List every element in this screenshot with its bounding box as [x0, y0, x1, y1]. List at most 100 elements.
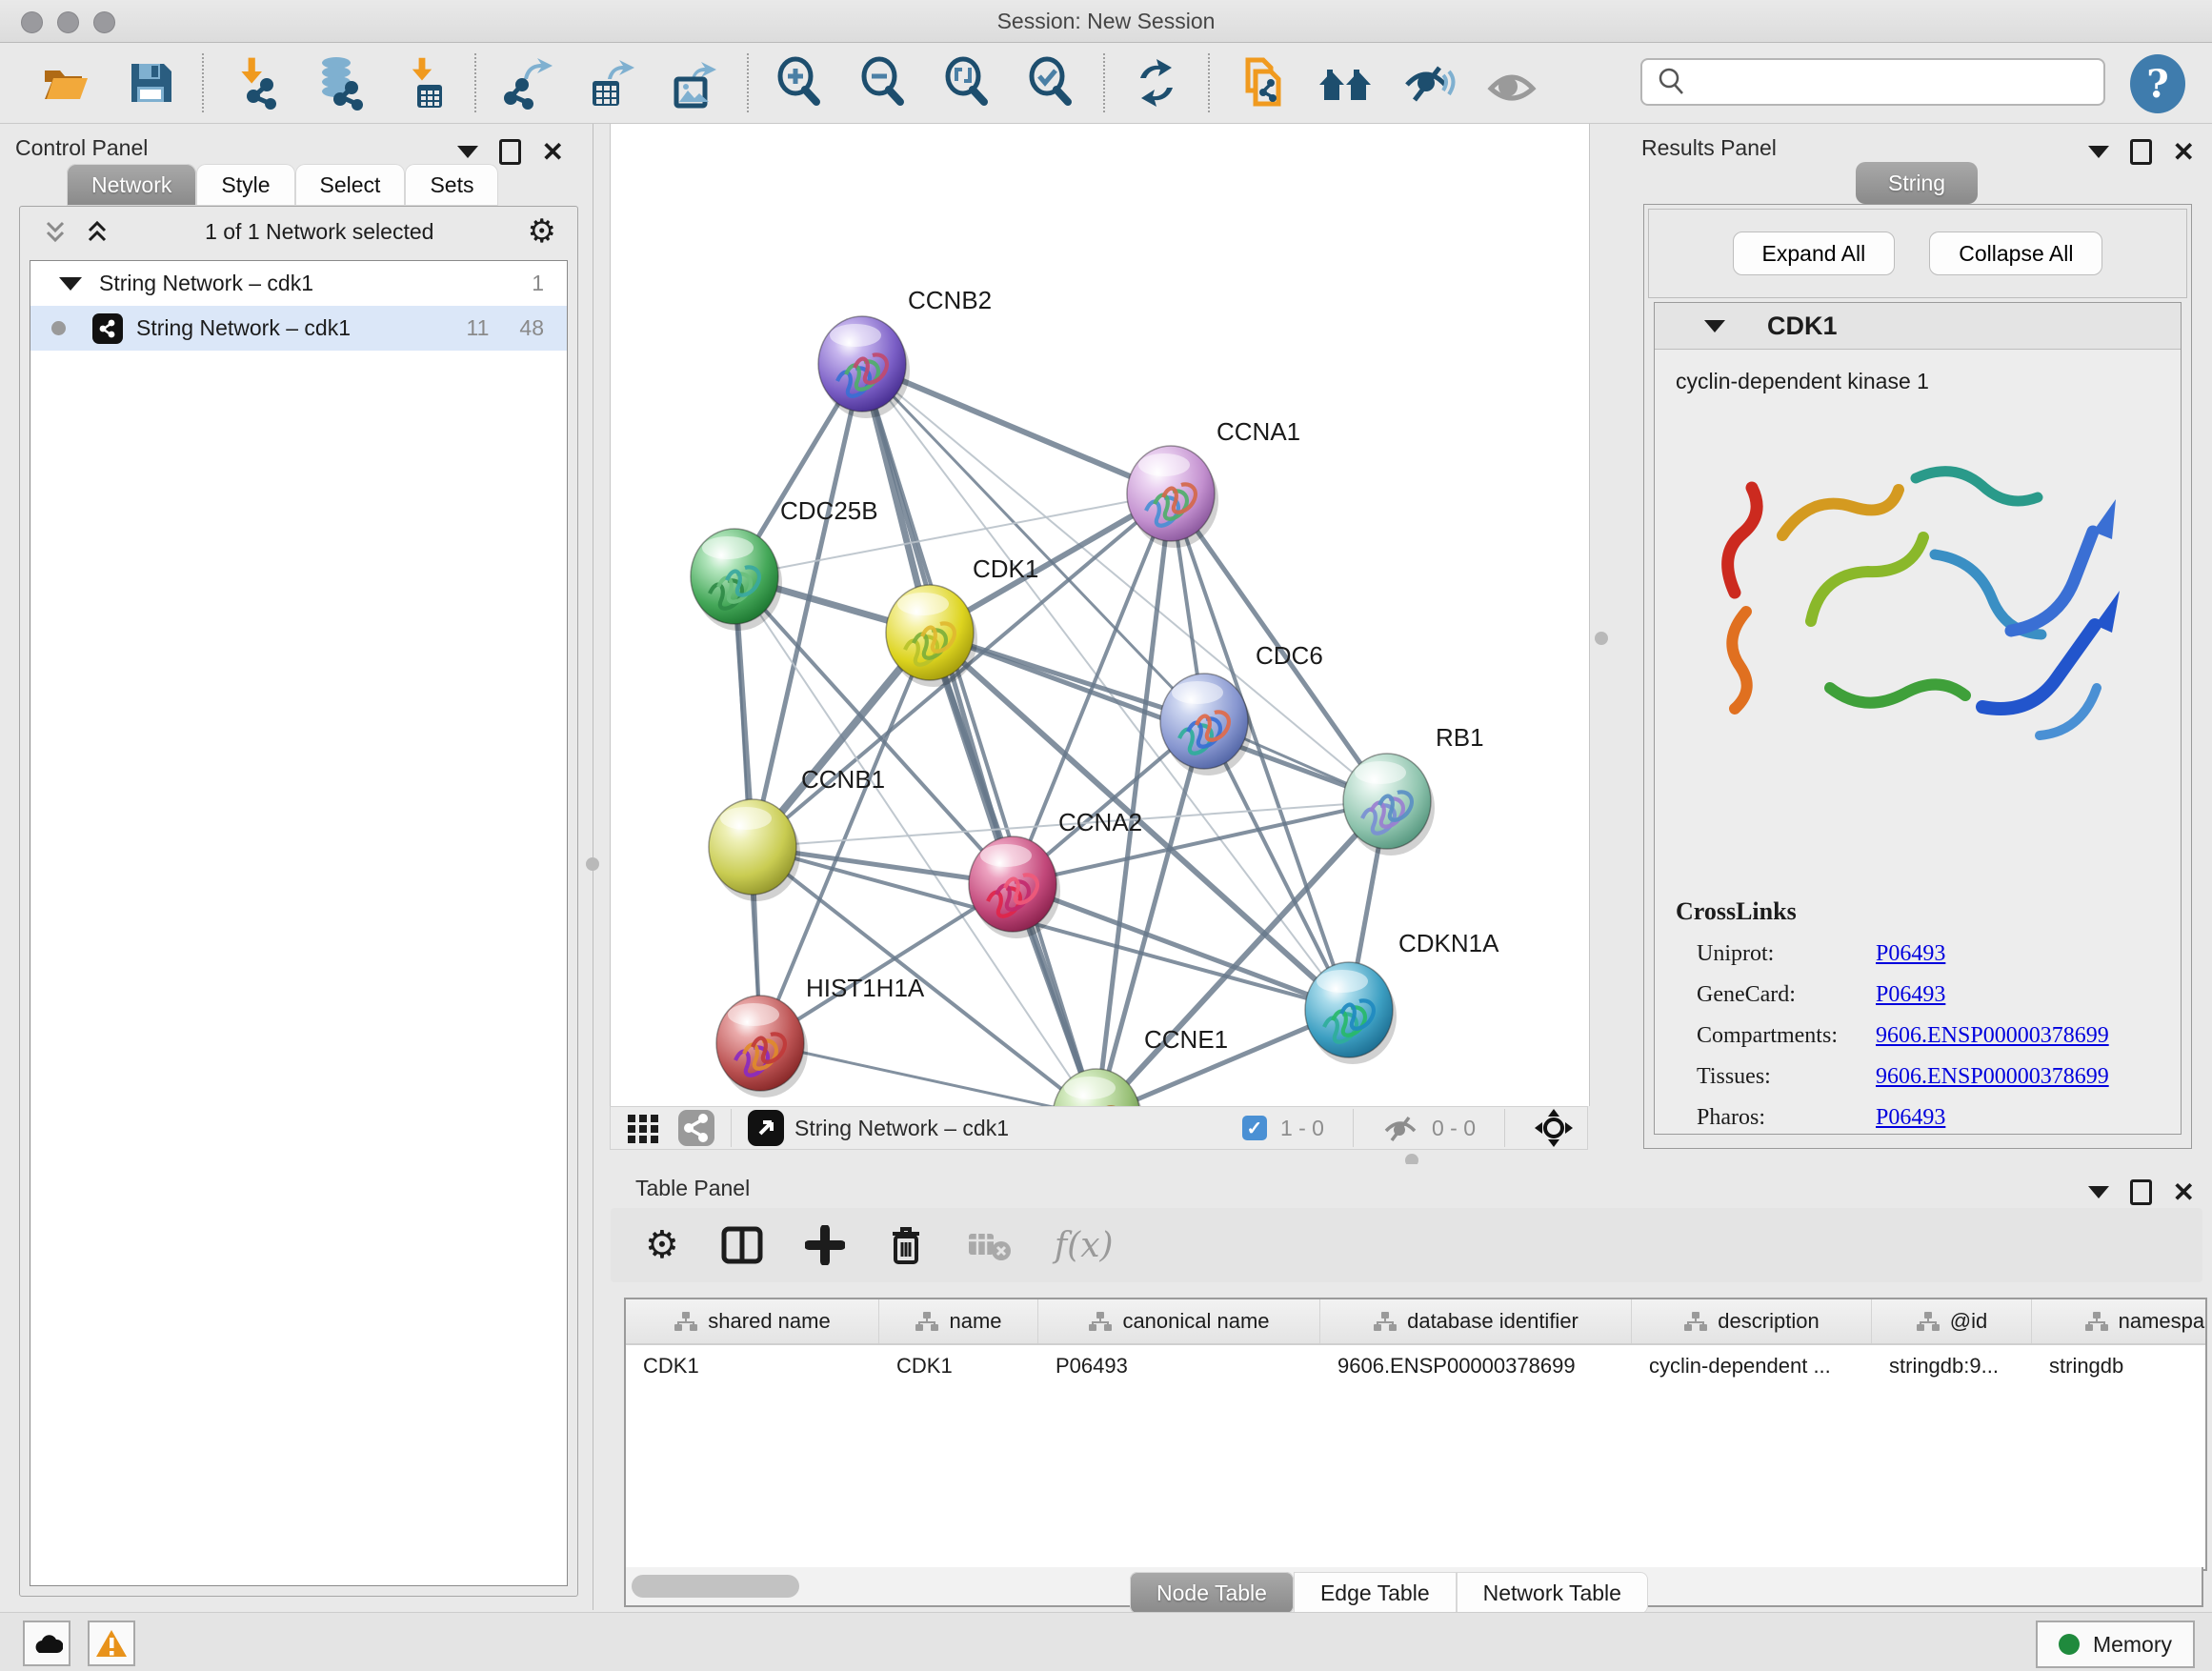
- zoom-out-button[interactable]: [857, 56, 911, 110]
- float-panel-icon[interactable]: [2088, 1186, 2109, 1198]
- cloud-services-button[interactable]: [23, 1621, 70, 1666]
- column-header-namespace[interactable]: namespace: [2032, 1299, 2207, 1343]
- zoom-in-button[interactable]: [774, 56, 827, 110]
- hide-panels-button[interactable]: [1402, 56, 1456, 110]
- collapse-all-networks-icon[interactable]: [41, 217, 70, 246]
- edge-CCNB2-CCNA1[interactable]: [862, 364, 1171, 493]
- left-splitter-handle[interactable]: [586, 857, 599, 871]
- undock-panel-icon[interactable]: [2130, 139, 2152, 165]
- delete-table-icon[interactable]: [967, 1226, 1013, 1264]
- delete-column-trash-icon[interactable]: [887, 1224, 925, 1266]
- search-input[interactable]: [1688, 69, 2103, 95]
- column-header-description[interactable]: description: [1632, 1299, 1872, 1343]
- refresh-button[interactable]: [1130, 56, 1183, 110]
- network-overview-icon[interactable]: [747, 1109, 785, 1147]
- table-settings-gear-icon[interactable]: ⚙: [645, 1223, 679, 1267]
- collection-expand-icon[interactable]: [59, 277, 82, 291]
- network-row[interactable]: String Network – cdk1 11 48: [30, 306, 567, 351]
- node-CCNB2[interactable]: CCNB2: [818, 286, 992, 418]
- network-canvas[interactable]: CCNB2 CCNA1 CDC25B CDK1 CDC6 RB1 CCNB1: [610, 124, 1590, 1106]
- close-panel-icon[interactable]: ✕: [2173, 143, 2195, 162]
- crosslink-link[interactable]: 9606.ENSP00000378699: [1876, 1023, 2109, 1049]
- center-view-icon[interactable]: [1534, 1108, 1574, 1148]
- column-header--id[interactable]: @id: [1872, 1299, 2032, 1343]
- import-network-database-button[interactable]: [312, 56, 366, 110]
- copy-string-network-button[interactable]: [1235, 56, 1288, 110]
- table-cell[interactable]: CDK1: [879, 1345, 1038, 1387]
- table-row[interactable]: CDK1CDK1P064939606.ENSP00000378699cyclin…: [626, 1345, 2205, 1387]
- search-field[interactable]: [1640, 58, 2105, 106]
- table-cell[interactable]: P06493: [1038, 1345, 1320, 1387]
- edge-CCNB2-RB1[interactable]: [862, 364, 1387, 801]
- column-header-database-identifier[interactable]: database identifier: [1320, 1299, 1632, 1343]
- export-network-button[interactable]: [501, 56, 554, 110]
- table-cell[interactable]: CDK1: [626, 1345, 879, 1387]
- export-image-button[interactable]: [669, 56, 722, 110]
- node-label-CCNB2: CCNB2: [908, 286, 992, 314]
- grid-mode-icon[interactable]: [626, 1111, 660, 1145]
- scrollbar-thumb[interactable]: [632, 1575, 799, 1598]
- tab-network[interactable]: Network: [67, 164, 196, 206]
- show-panels-button[interactable]: [1486, 56, 1539, 110]
- crosslink-link[interactable]: P06493: [1876, 941, 1945, 967]
- table-cell[interactable]: stringdb:9...: [1872, 1345, 2032, 1387]
- zoom-fit-button[interactable]: [941, 56, 995, 110]
- edge-CCNA2-CDKN1A[interactable]: [1013, 884, 1349, 1010]
- tab-network-table[interactable]: Network Table: [1457, 1572, 1648, 1614]
- crosslink-link[interactable]: P06493: [1876, 1105, 1945, 1131]
- node-CCNA1[interactable]: CCNA1: [1127, 417, 1300, 548]
- column-header-shared-name[interactable]: shared name: [626, 1299, 879, 1343]
- table-cell[interactable]: 9606.ENSP00000378699: [1320, 1345, 1632, 1387]
- selected-node-edge-count: 1 - 0: [1280, 1116, 1324, 1141]
- expand-all-networks-icon[interactable]: [83, 217, 111, 246]
- tab-style[interactable]: Style: [196, 164, 294, 206]
- open-session-button[interactable]: [40, 56, 93, 110]
- gene-collapse-icon[interactable]: [1704, 320, 1725, 332]
- node-HIST1H1A[interactable]: HIST1H1A: [716, 974, 925, 1097]
- home-button[interactable]: [1318, 56, 1372, 110]
- column-header-name[interactable]: name: [879, 1299, 1038, 1343]
- warnings-button[interactable]: [88, 1621, 135, 1666]
- memory-button[interactable]: Memory: [2036, 1621, 2195, 1668]
- node-CDKN1A[interactable]: CDKN1A: [1305, 929, 1499, 1064]
- crosslink-link[interactable]: 9606.ENSP00000378699: [1876, 1064, 2109, 1090]
- expand-all-button[interactable]: Expand All: [1733, 232, 1896, 275]
- export-table-button[interactable]: [585, 56, 638, 110]
- table-cell[interactable]: cyclin-dependent ...: [1632, 1345, 1872, 1387]
- tab-node-table[interactable]: Node Table: [1130, 1572, 1294, 1614]
- save-session-button[interactable]: [124, 56, 177, 110]
- function-builder-icon[interactable]: f(x): [1055, 1226, 1114, 1265]
- node-CDC6[interactable]: CDC6: [1160, 641, 1323, 775]
- node-CDK1[interactable]: CDK1: [886, 554, 1038, 687]
- close-panel-icon[interactable]: ✕: [2173, 1183, 2195, 1202]
- float-panel-icon[interactable]: [457, 146, 478, 158]
- tab-string[interactable]: String: [1856, 162, 1978, 204]
- string-network-icon: [92, 313, 123, 344]
- tab-edge-table[interactable]: Edge Table: [1294, 1572, 1457, 1614]
- node-RB1[interactable]: RB1: [1343, 723, 1484, 856]
- right-splitter-handle[interactable]: [1595, 632, 1608, 645]
- table-cell[interactable]: stringdb: [2032, 1345, 2207, 1387]
- close-panel-icon[interactable]: ✕: [542, 143, 564, 162]
- float-panel-icon[interactable]: [2088, 146, 2109, 158]
- crosslink-link[interactable]: P06493: [1876, 982, 1945, 1008]
- undock-panel-icon[interactable]: [2130, 1179, 2152, 1205]
- share-view-icon[interactable]: [677, 1109, 715, 1147]
- import-table-file-button[interactable]: [396, 56, 450, 110]
- import-network-file-button[interactable]: [229, 56, 282, 110]
- help-button[interactable]: ?: [2130, 54, 2185, 113]
- network-collection-row[interactable]: String Network – cdk1 1: [30, 261, 567, 306]
- column-header-canonical-name[interactable]: canonical name: [1038, 1299, 1320, 1343]
- show-columns-icon[interactable]: [721, 1224, 763, 1266]
- string-network-graph[interactable]: CCNB2 CCNA1 CDC25B CDK1 CDC6 RB1 CCNB1: [611, 124, 1589, 1106]
- tab-sets[interactable]: Sets: [405, 164, 498, 206]
- zoom-selected-button[interactable]: [1025, 56, 1078, 110]
- selected-checkbox-icon[interactable]: ✓: [1242, 1116, 1267, 1140]
- undock-panel-icon[interactable]: [499, 139, 521, 165]
- collapse-all-button[interactable]: Collapse All: [1929, 232, 2102, 275]
- create-column-plus-icon[interactable]: [805, 1225, 845, 1265]
- tab-select[interactable]: Select: [295, 164, 406, 206]
- hidden-eye-icon[interactable]: [1382, 1112, 1418, 1144]
- network-options-gear-icon[interactable]: ⚙: [528, 212, 556, 251]
- gene-card-header[interactable]: CDK1: [1655, 303, 2181, 350]
